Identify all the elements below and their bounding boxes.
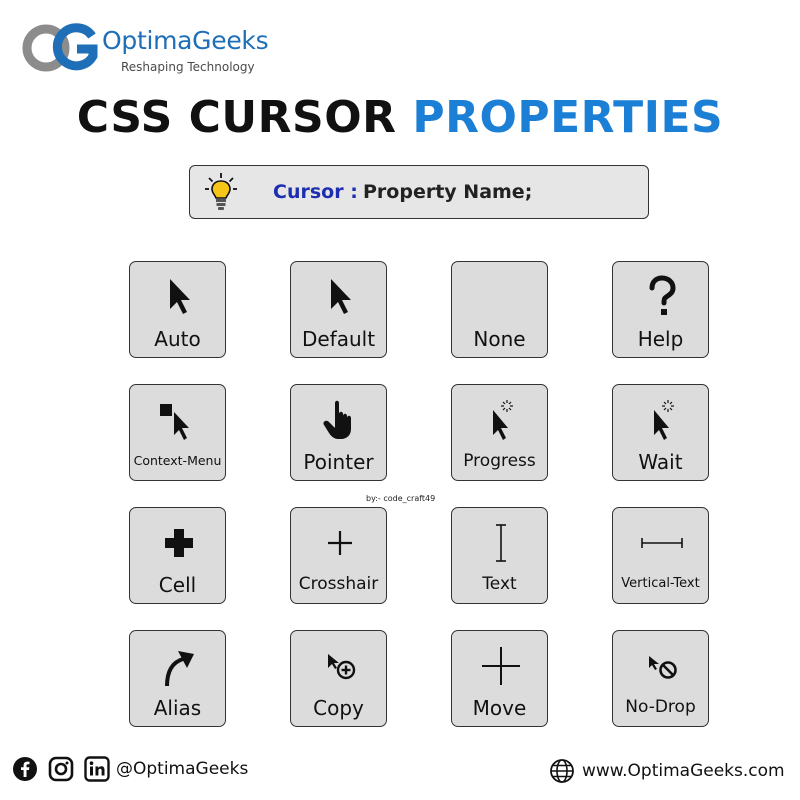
page-title: CSS CURSOR PROPERTIES (76, 92, 724, 143)
question-mark-icon (649, 275, 676, 315)
cursor-card-auto[interactable]: Auto (129, 261, 226, 358)
cursor-label: Progress (463, 451, 536, 471)
cursor-card-copy[interactable]: Copy (290, 630, 387, 727)
cursor-label: Context-Menu (133, 453, 222, 468)
lightbulb-icon (205, 173, 237, 210)
cursor-card-wait[interactable]: Wait (612, 384, 709, 481)
cursor-card-none[interactable]: None (451, 261, 548, 358)
crosshair-icon (327, 531, 352, 555)
cursor-label: Text (482, 574, 517, 594)
cursor-label: None (473, 327, 526, 351)
website-link[interactable]: www.OptimaGeeks.com (582, 761, 785, 781)
cursor-card-context-menu[interactable]: Context-Menu (129, 384, 226, 481)
move-cross-icon (481, 647, 520, 685)
cursor-label: Default (301, 327, 376, 351)
cursor-card-help[interactable]: Help (612, 261, 709, 358)
syntax-keyword: Cursor : (273, 181, 358, 203)
copy-cursor-icon (327, 654, 355, 680)
cursor-card-default[interactable]: Default (290, 261, 387, 358)
arrow-cursor-icon (169, 279, 190, 314)
cursor-label: Help (637, 327, 684, 351)
cursor-label: Pointer (303, 450, 374, 474)
cursor-label: Vertical-Text (621, 576, 700, 591)
cursor-card-vertical-text[interactable]: Vertical-Text (612, 507, 709, 604)
cursor-label: Wait (638, 450, 683, 474)
brand-tagline: Reshaping Technology (121, 60, 255, 74)
arrow-cursor-icon (330, 279, 351, 314)
cursor-label: Crosshair (298, 574, 379, 594)
syntax-box: Cursor : Property Name; (189, 165, 649, 219)
cursor-card-cell[interactable]: Cell (129, 507, 226, 604)
credit-text: by:- code_craft49 (366, 494, 436, 503)
context-menu-cursor-icon (159, 404, 189, 440)
linkedin-icon[interactable] (84, 756, 110, 782)
horizontal-i-beam-icon (640, 538, 683, 548)
cursor-card-no-drop[interactable]: No-Drop (612, 630, 709, 727)
facebook-icon[interactable] (12, 756, 38, 782)
syntax-property: Property Name; (363, 181, 533, 203)
cursor-label: Alias (153, 696, 202, 720)
cursor-label: No-Drop (625, 697, 696, 717)
i-beam-icon (495, 524, 506, 562)
cursor-label: Cell (158, 573, 197, 597)
curved-arrow-icon (164, 651, 194, 687)
brand-name: OptimaGeeks (102, 26, 269, 55)
cursor-card-text[interactable]: Text (451, 507, 548, 604)
hand-pointer-icon (322, 400, 351, 439)
cursor-card-crosshair[interactable]: Crosshair (290, 507, 387, 604)
social-handle[interactable]: @OptimaGeeks (116, 759, 248, 779)
optimageeks-logo-icon (22, 23, 98, 72)
progress-cursor-icon (492, 400, 513, 440)
thick-plus-icon (164, 529, 193, 557)
cursor-label: Auto (154, 327, 201, 351)
cursor-label: Move (472, 696, 527, 720)
cursor-label: Copy (313, 696, 364, 720)
cursor-card-move[interactable]: Move (451, 630, 548, 727)
no-drop-cursor-icon (648, 656, 677, 679)
instagram-icon[interactable] (48, 756, 74, 782)
cursor-card-progress[interactable]: Progress (451, 384, 548, 481)
wait-cursor-icon (653, 400, 674, 440)
cursor-card-alias[interactable]: Alias (129, 630, 226, 727)
globe-icon (550, 759, 574, 783)
cursor-card-pointer[interactable]: Pointer (290, 384, 387, 481)
